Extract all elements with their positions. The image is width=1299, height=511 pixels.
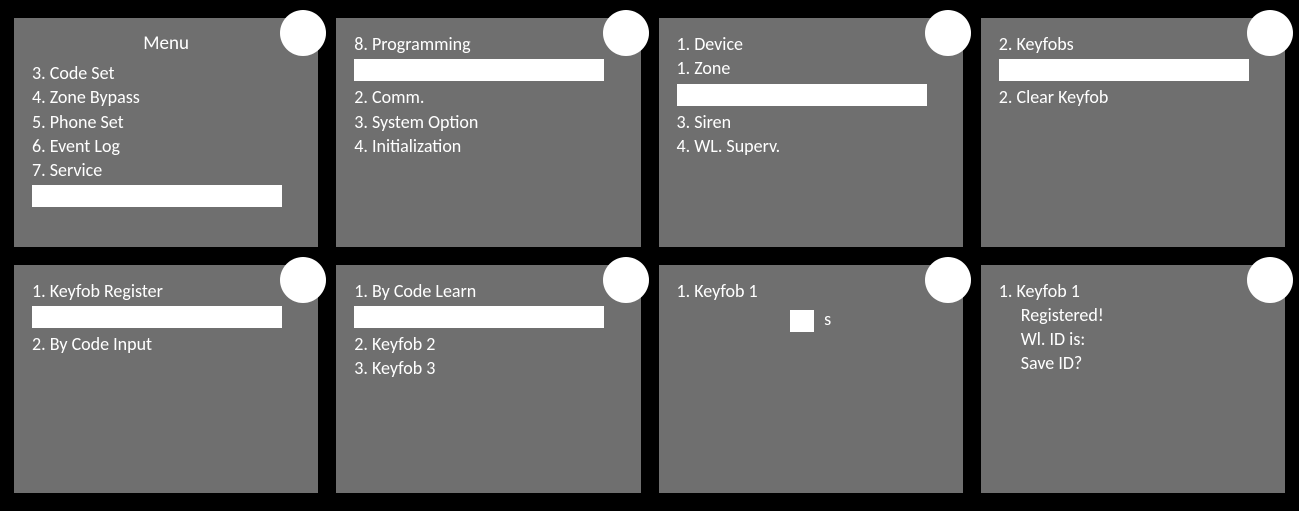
menu-item[interactable]: 3. Code Set: [32, 61, 300, 85]
step-dot-icon: [1247, 10, 1293, 56]
status-text: Registered!: [999, 303, 1267, 327]
status-text: Wl. ID is:: [999, 327, 1267, 351]
step-dot-icon: [1247, 257, 1293, 303]
selection-highlight[interactable]: [999, 59, 1249, 81]
panel-heading: 1. Keyfob 1: [677, 279, 945, 303]
step-dot-icon: [280, 257, 326, 303]
countdown-value-box: [790, 310, 814, 332]
panel-heading: 2. Keyfobs: [999, 32, 1267, 56]
menu-item[interactable]: 5. Phone Set: [32, 110, 300, 134]
panel-programming: 8. Programming 2. Comm. 3. System Option…: [336, 18, 640, 247]
panel-title: Menu: [32, 32, 300, 55]
step-dot-icon: [603, 257, 649, 303]
panel-keyfob-countdown: 1. Keyfob 1 s: [659, 265, 963, 494]
step-dot-icon: [280, 10, 326, 56]
selection-highlight[interactable]: [32, 306, 282, 328]
menu-item[interactable]: 3. Keyfob 3: [354, 356, 622, 380]
step-dot-icon: [925, 257, 971, 303]
panel-heading: 1. Keyfob 1: [999, 279, 1267, 303]
menu-item[interactable]: 1. Zone: [677, 56, 945, 80]
selection-highlight[interactable]: [354, 59, 604, 81]
menu-item[interactable]: 7. Service: [32, 158, 300, 182]
menu-item[interactable]: 2. By Code Input: [32, 332, 300, 356]
panel-heading: 1. Keyfob Register: [32, 279, 300, 303]
panel-heading: 1. By Code Learn: [354, 279, 622, 303]
menu-item[interactable]: 1. Device: [677, 32, 945, 56]
panel-keyfobs: 2. Keyfobs 2. Clear Keyfob: [981, 18, 1285, 247]
menu-item[interactable]: 4. WL. Superv.: [677, 134, 945, 158]
panel-grid: Menu 3. Code Set 4. Zone Bypass 5. Phone…: [0, 0, 1299, 511]
menu-item[interactable]: 2. Clear Keyfob: [999, 85, 1267, 109]
panel-menu: Menu 3. Code Set 4. Zone Bypass 5. Phone…: [14, 18, 318, 247]
selection-highlight[interactable]: [677, 84, 927, 106]
menu-item[interactable]: 4. Initialization: [354, 134, 622, 158]
countdown-row: s: [677, 303, 945, 332]
menu-item[interactable]: 3. Siren: [677, 110, 945, 134]
menu-item[interactable]: 6. Event Log: [32, 134, 300, 158]
step-dot-icon: [603, 10, 649, 56]
panel-keyfob-registered: 1. Keyfob 1 Registered! Wl. ID is: Save …: [981, 265, 1285, 494]
menu-item[interactable]: 3. System Option: [354, 110, 622, 134]
menu-item[interactable]: 4. Zone Bypass: [32, 85, 300, 109]
menu-item[interactable]: 2. Keyfob 2: [354, 332, 622, 356]
selection-highlight[interactable]: [32, 185, 282, 207]
panel-device: 1. Device 1. Zone 3. Siren 4. WL. Superv…: [659, 18, 963, 247]
seconds-suffix: s: [824, 308, 831, 330]
selection-highlight[interactable]: [354, 306, 604, 328]
panel-keyfob-register: 1. Keyfob Register 2. By Code Input: [14, 265, 318, 494]
menu-item[interactable]: 2. Comm.: [354, 85, 622, 109]
panel-heading: 8. Programming: [354, 32, 622, 56]
status-prompt[interactable]: Save ID?: [999, 351, 1267, 375]
step-dot-icon: [925, 10, 971, 56]
panel-code-learn: 1. By Code Learn 2. Keyfob 2 3. Keyfob 3: [336, 265, 640, 494]
